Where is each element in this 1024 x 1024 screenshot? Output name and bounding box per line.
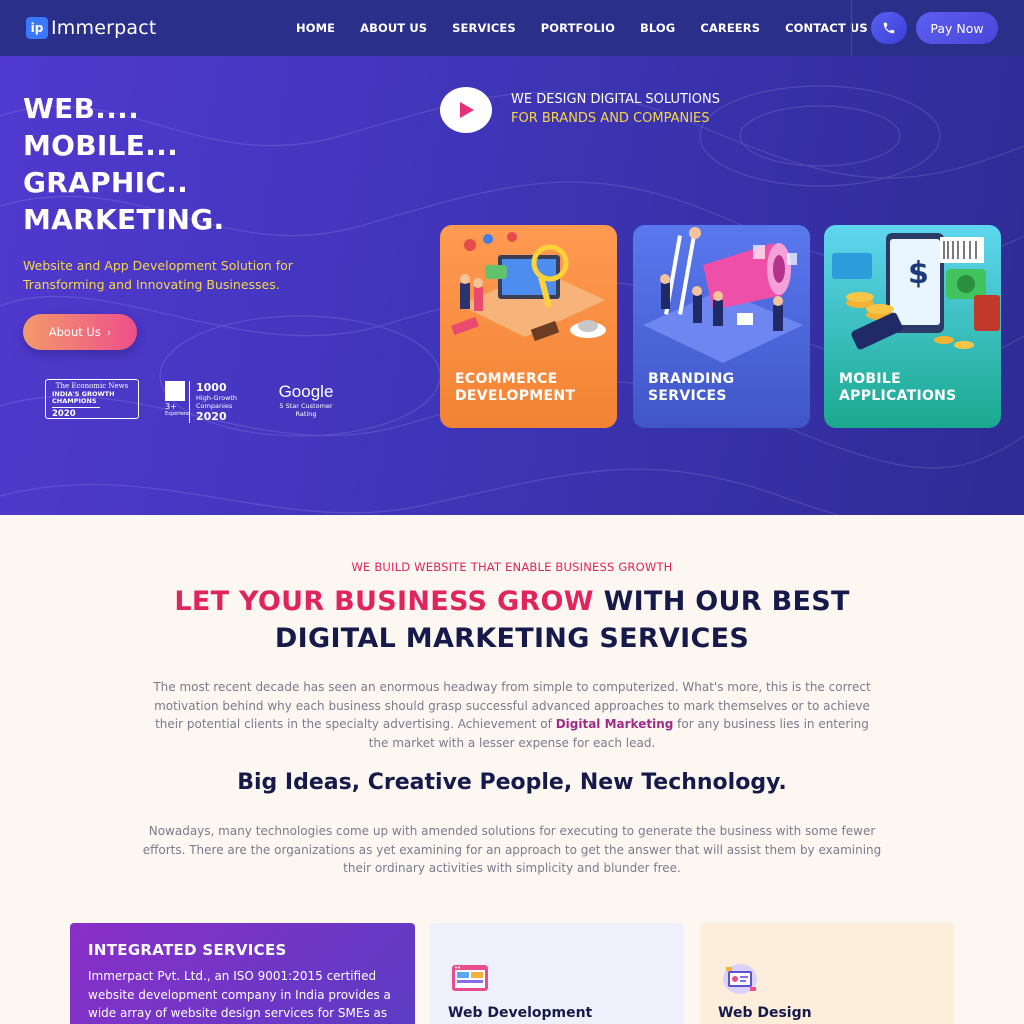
play-video-button[interactable] [440, 87, 492, 133]
section-eyebrow: WE BUILD WEBSITE THAT ENABLE BUSINESS GR… [351, 560, 673, 574]
headline-line-graphic: GRAPHIC.. [23, 166, 189, 199]
chevron-right-icon: › [106, 325, 112, 339]
title-highlight: LET YOUR BUSINESS GROW [174, 586, 594, 617]
nav-careers[interactable]: CAREERS [700, 21, 760, 35]
branding-title-line2: SERVICES [648, 388, 727, 404]
et-source: The Economic News [55, 382, 129, 390]
google-name: Google [278, 382, 334, 401]
branding-card[interactable]: BRANDING SERVICES [633, 225, 810, 428]
web-design-icon [723, 964, 757, 994]
headline-line-web: WEB.... [23, 92, 140, 125]
tagline-line-1: WE DESIGN DIGITAL SOLUTIONS [511, 92, 720, 107]
mobile-apps-title: MOBILE APPLICATIONS [839, 371, 957, 405]
google-sub: 5 Star Customer Rating [279, 402, 333, 418]
ecommerce-card[interactable]: ECOMMERCE DEVELOPMENT [440, 225, 617, 428]
intro-paragraph: The most recent decade has seen an enorm… [146, 678, 878, 752]
logo-text: Immerpact [51, 17, 157, 39]
web-development-card[interactable]: Web Development [430, 923, 684, 1024]
logo-mark: ip [26, 17, 48, 39]
logo[interactable]: ip Immerpact [26, 17, 157, 39]
phone-icon [883, 22, 895, 34]
big-ideas-heading: Big Ideas, Creative People, New Technolo… [237, 770, 787, 795]
integrated-services-title: INTEGRATED SERVICES [88, 941, 287, 959]
et-title: INDIA'S GROWTH CHAMPIONS [52, 390, 115, 405]
ecommerce-title-line1: ECOMMERCE [455, 371, 558, 387]
high-growth-badge: 3+ Experienc 1000 High-Growth Companies … [165, 381, 248, 423]
et-year: 2020 [52, 407, 100, 419]
mobile-apps-title-line2: APPLICATIONS [839, 388, 957, 404]
nav-portfolio[interactable]: PORTFOLIO [541, 21, 615, 35]
mobile-apps-title-line1: MOBILE [839, 371, 901, 387]
pay-now-button[interactable]: Pay Now [916, 12, 998, 44]
title-line-2: DIGITAL MARKETING SERVICES [274, 623, 750, 654]
web-development-icon [452, 965, 488, 991]
web-design-label: Web Design [718, 1005, 812, 1021]
svg-text:$: $ [908, 256, 929, 291]
nav-about-us[interactable]: ABOUT US [360, 21, 427, 35]
hg-logo-box [165, 381, 185, 401]
top-navbar: ip Immerpact HOME ABOUT US SERVICES PORT… [0, 0, 1024, 56]
ecommerce-title-line2: DEVELOPMENT [455, 388, 576, 404]
section-title: LET YOUR BUSINESS GROW WITH OUR BEST DIG… [0, 583, 1024, 657]
hg-exp: Experienc [165, 411, 190, 417]
play-icon [460, 102, 474, 118]
hg-years: 3+ [165, 402, 177, 411]
phone-button[interactable] [871, 12, 907, 44]
hero-subtitle: Website and App Development Solution for… [23, 258, 293, 292]
hg-count: 1000 [196, 381, 227, 394]
mobile-apps-illustration: $ [832, 233, 1000, 350]
main-menu: HOME ABOUT US SERVICES PORTFOLIO BLOG CA… [296, 0, 893, 56]
headline-line-mobile: MOBILE... [23, 129, 179, 162]
about-us-label: About Us [48, 325, 101, 339]
google-rating-badge: Google 5 Star Customer Rating [276, 382, 336, 418]
economic-news-badge: The Economic News INDIA'S GROWTH CHAMPIO… [45, 379, 139, 419]
headline-line-marketing: MARKETING. [23, 203, 225, 236]
nav-services[interactable]: SERVICES [452, 21, 516, 35]
tagline-line-2: FOR BRANDS AND COMPANIES [511, 111, 710, 126]
technology-paragraph: Nowadays, many technologies come up with… [142, 824, 882, 875]
branding-title-line1: BRANDING [648, 371, 735, 387]
nav-divider [851, 0, 852, 56]
about-us-button[interactable]: About Us › [23, 314, 137, 350]
nav-blog[interactable]: BLOG [640, 21, 675, 35]
integrated-services-card: INTEGRATED SERVICES Immerpact Pvt. Ltd.,… [70, 923, 415, 1024]
mobile-apps-card[interactable]: $ MOBILE APPLICATIONS [824, 225, 1001, 428]
ecommerce-illustration [451, 232, 606, 342]
title-rest: WITH OUR BEST [603, 586, 850, 617]
nav-home[interactable]: HOME [296, 21, 335, 35]
digital-marketing-link[interactable]: Digital Marketing [556, 717, 674, 731]
ecommerce-title: ECOMMERCE DEVELOPMENT [455, 371, 575, 405]
web-development-label: Web Development [448, 1005, 593, 1021]
web-design-card[interactable]: Web Design [700, 923, 954, 1024]
branding-title: BRANDING SERVICES [648, 371, 734, 405]
hg-text: High-Growth Companies [196, 394, 238, 410]
branding-illustration [643, 227, 803, 363]
hg-year: 2020 [196, 410, 227, 423]
hero-section: WEB.... MOBILE... GRAPHIC.. MARKETING. W… [0, 56, 1024, 515]
integrated-services-text: Immerpact Pvt. Ltd., an ISO 9001:2015 ce… [88, 969, 391, 1020]
nav-contact-us[interactable]: CONTACT US [785, 21, 868, 35]
hero-headline: WEB.... MOBILE... GRAPHIC.. MARKETING. [23, 90, 225, 238]
